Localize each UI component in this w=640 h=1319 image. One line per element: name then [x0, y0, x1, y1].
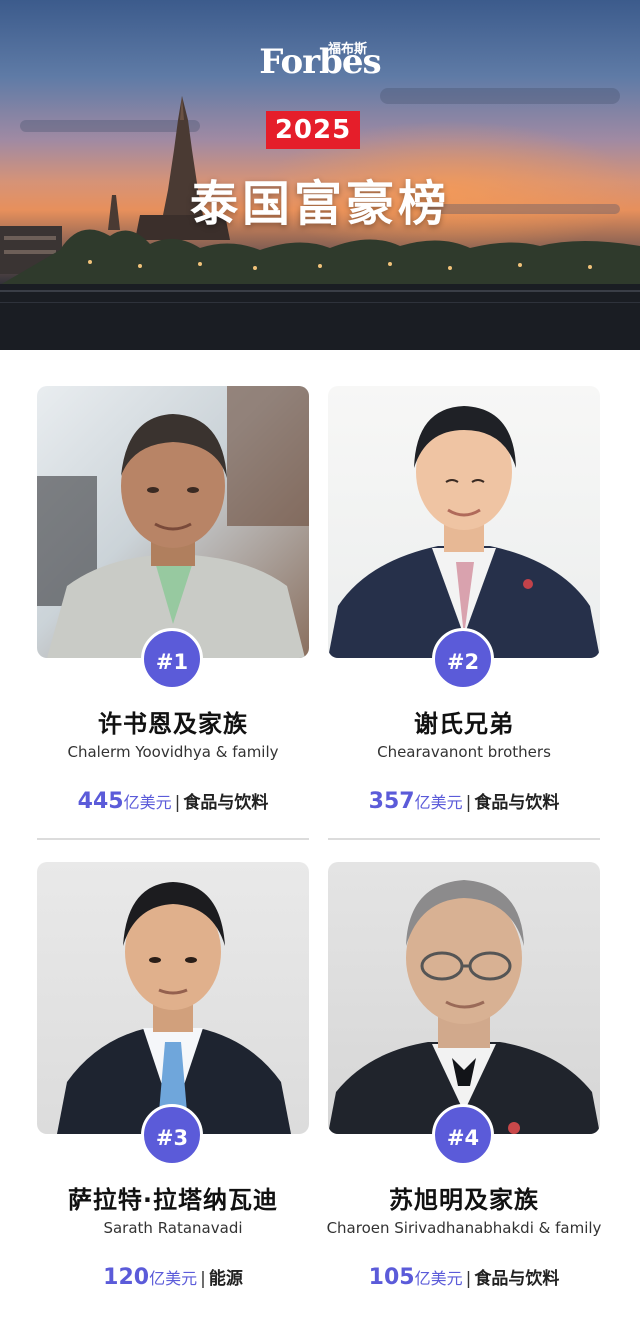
portrait-photo: [37, 862, 309, 1134]
name-cn: 萨拉特·拉塔纳瓦迪: [67, 1186, 279, 1214]
rank-badge: #3: [141, 1104, 203, 1166]
industry-label: 能源: [208, 1269, 243, 1289]
separator: |: [200, 1269, 206, 1289]
rank-badge: #2: [432, 628, 494, 690]
separator: |: [174, 793, 181, 813]
net-worth-value: 357: [368, 789, 415, 814]
rank-badge: #4: [432, 1104, 494, 1166]
separator: |: [465, 793, 472, 813]
card-divider: [328, 838, 600, 840]
portrait-photo: [328, 862, 600, 1134]
net-worth-line: 105亿美元 | 食品与饮料: [308, 1264, 620, 1290]
net-worth-unit: 亿美元: [414, 793, 463, 812]
net-worth-unit: 亿美元: [149, 1269, 198, 1288]
industry-label: 食品与饮料: [474, 1269, 560, 1289]
rank-badge: #1: [141, 628, 203, 690]
brand-logo: Forbes 福布斯: [0, 42, 640, 82]
net-worth-unit: 亿美元: [123, 793, 172, 812]
header-banner: Forbes 福布斯 2025 泰国富豪榜: [0, 0, 640, 350]
brand-name-cn: 福布斯: [328, 42, 368, 57]
net-worth-line: 445亿美元 | 食品与饮料: [17, 788, 329, 814]
name-en: Charoen Sirivadhanabhakdi & family: [326, 1219, 602, 1237]
industry-label: 食品与饮料: [183, 793, 269, 813]
name-en: Sarath Ratanavadi: [103, 1219, 243, 1237]
net-worth-value: 120: [103, 1265, 150, 1290]
net-worth-value: 445: [77, 789, 124, 814]
year-badge: 2025: [266, 111, 360, 149]
list-title: 泰国富豪榜: [189, 176, 450, 232]
name-cn: 谢氏兄弟: [414, 710, 514, 738]
card-divider: [37, 838, 309, 840]
separator: |: [465, 1269, 472, 1289]
name-cn: 许书恩及家族: [98, 710, 248, 738]
portrait-photo: [37, 386, 309, 658]
portrait-photo: [328, 386, 600, 658]
net-worth-line: 357亿美元 | 食品与饮料: [308, 788, 620, 814]
net-worth-line: 120亿美元 | 能源: [17, 1264, 329, 1290]
net-worth-value: 105: [368, 1265, 415, 1290]
name-en: Chalerm Yoovidhya & family: [67, 743, 279, 761]
page: Forbes 福布斯 2025 泰国富豪榜 #1 许书恩及家族 Chalerm …: [0, 0, 640, 1319]
name-cn: 苏旭明及家族: [389, 1186, 539, 1214]
name-en: Chearavanont brothers: [377, 743, 551, 761]
industry-label: 食品与饮料: [474, 793, 560, 813]
net-worth-unit: 亿美元: [414, 1269, 463, 1288]
